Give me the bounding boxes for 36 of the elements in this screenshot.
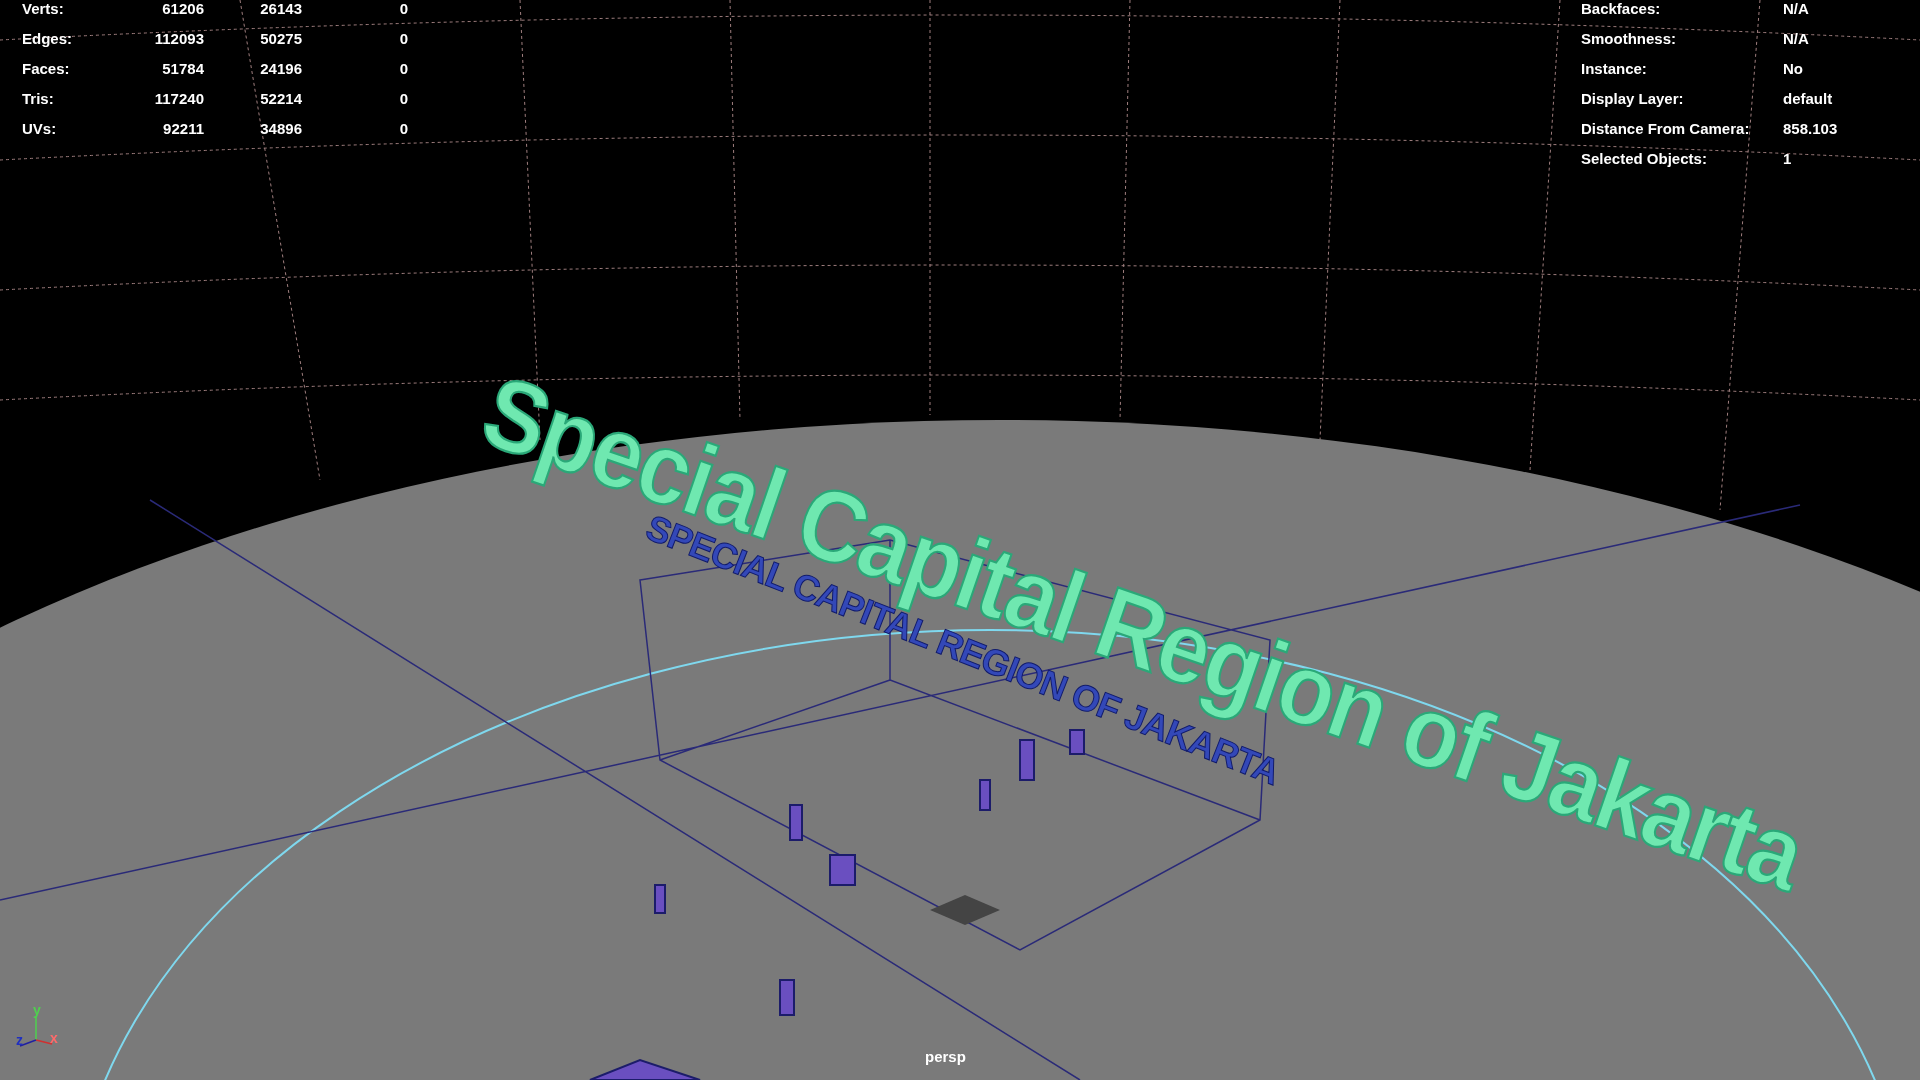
stat-value: 51784 <box>161 60 204 78</box>
stat-value: 34896 <box>259 120 302 138</box>
stat-value: 117240 <box>153 90 204 108</box>
info-value: No <box>1783 60 1804 78</box>
info-value: N/A <box>1783 30 1810 48</box>
axis-label: z <box>16 1033 23 1047</box>
stat-value: 61206 <box>161 0 204 18</box>
axis-label: y <box>33 1003 41 1017</box>
stat-value: 112093 <box>153 30 204 48</box>
stat-value: 0 <box>398 60 408 78</box>
stat-label: Tris: <box>22 90 55 108</box>
stat-value: 0 <box>398 120 408 138</box>
stat-label: Verts: <box>22 0 65 18</box>
info-label: Selected Objects: <box>1581 150 1708 168</box>
stat-value: 50275 <box>259 30 302 48</box>
info-value: N/A <box>1783 0 1810 18</box>
info-label: Backfaces: <box>1581 0 1662 18</box>
stat-value: 0 <box>398 30 408 48</box>
stat-label: UVs: <box>22 120 58 138</box>
stat-value: 26143 <box>259 0 302 18</box>
stat-value: 0 <box>398 90 408 108</box>
axis-label: x <box>50 1031 58 1045</box>
info-value: default <box>1783 90 1834 108</box>
stat-value: 92211 <box>162 120 204 138</box>
info-value: 1 <box>1783 150 1793 168</box>
stat-value: 52214 <box>259 90 302 108</box>
stat-value: 24196 <box>259 60 302 78</box>
stat-label: Faces: <box>22 60 71 78</box>
camera-name: persp <box>925 1048 966 1065</box>
stat-label: Edges: <box>22 30 73 48</box>
info-label: Display Layer: <box>1581 90 1685 108</box>
info-value: 858.103 <box>1783 120 1839 138</box>
info-label: Distance From Camera: <box>1581 120 1751 138</box>
stat-value: 0 <box>398 0 408 18</box>
info-label: Smoothness: <box>1581 30 1677 48</box>
info-label: Instance: <box>1581 60 1648 78</box>
